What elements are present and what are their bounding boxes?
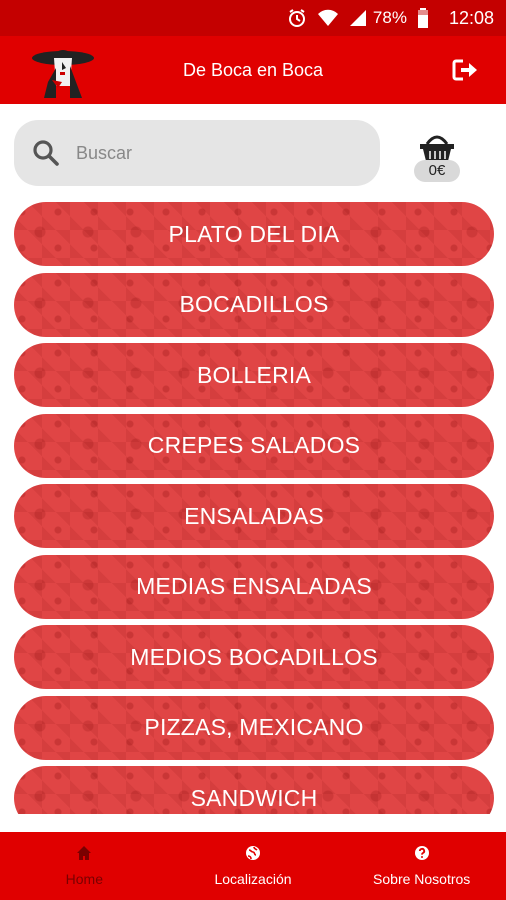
battery-icon (417, 8, 429, 28)
category-bolleria[interactable]: BOLLERIA (14, 343, 494, 407)
category-sandwich[interactable]: SANDWICH (14, 766, 494, 814)
category-crepes-salados[interactable]: CREPES SALADOS (14, 413, 494, 478)
bottom-nav: Home Localización Sobre Nosotros (0, 832, 506, 900)
globe-icon (246, 846, 260, 860)
category-label: PLATO DEL DIA (168, 220, 340, 247)
category-medias-ensaladas[interactable]: MEDIAS ENSALADAS (14, 554, 494, 619)
category-label: CREPES SALADOS (147, 432, 361, 458)
category-pizzas-mexicano[interactable]: PIZZAS, MEXICANO (14, 695, 494, 760)
category-label: SANDWICH (190, 784, 318, 811)
cart-total: 0€ (414, 160, 460, 182)
category-label: ENSALADAS (184, 502, 324, 529)
category-medios-bocadillos[interactable]: MEDIOS BOCADILLOS (14, 625, 494, 689)
logout-icon[interactable] (452, 58, 478, 82)
home-icon (77, 846, 92, 860)
signal-icon (349, 9, 367, 27)
wifi-icon (317, 9, 339, 27)
question-icon (414, 846, 429, 860)
nav-localizacion-label: Localización (214, 871, 292, 887)
app-bar: De Boca en Boca (0, 36, 506, 104)
nav-sobre-nosotros-label: Sobre Nosotros (373, 871, 471, 887)
app-title: De Boca en Boca (182, 60, 324, 80)
category-list: PLATO DEL DIA BOCADILLOS BOLLERIA CREPES… (14, 202, 494, 814)
category-plato-del-dia[interactable]: PLATO DEL DIA (14, 202, 494, 266)
nav-sobre-nosotros[interactable]: Sobre Nosotros (337, 832, 506, 900)
basket-icon (420, 135, 454, 161)
category-ensaladas[interactable]: ENSALADAS (14, 484, 494, 548)
nav-home[interactable]: Home (0, 832, 169, 900)
category-bocadillos[interactable]: BOCADILLOS (14, 272, 494, 337)
alarm-icon (287, 8, 307, 28)
category-label: BOLLERIA (196, 361, 312, 388)
search-icon (33, 140, 59, 166)
nav-localizacion[interactable]: Localización (169, 832, 338, 900)
category-label: MEDIAS ENSALADAS (136, 573, 372, 599)
category-label: PIZZAS, MEXICANO (144, 714, 364, 740)
search-input[interactable] (76, 142, 336, 164)
cart-button[interactable]: 0€ (414, 134, 460, 186)
search-bar[interactable] (14, 120, 380, 186)
clock: 12:08 (448, 7, 494, 28)
battery-percent: 78% (372, 8, 407, 27)
nav-home-label: Home (65, 871, 104, 887)
status-bar: 78% 12:08 (0, 0, 506, 36)
category-label: BOCADILLOS (179, 291, 329, 317)
category-label: MEDIOS BOCADILLOS (130, 643, 378, 670)
